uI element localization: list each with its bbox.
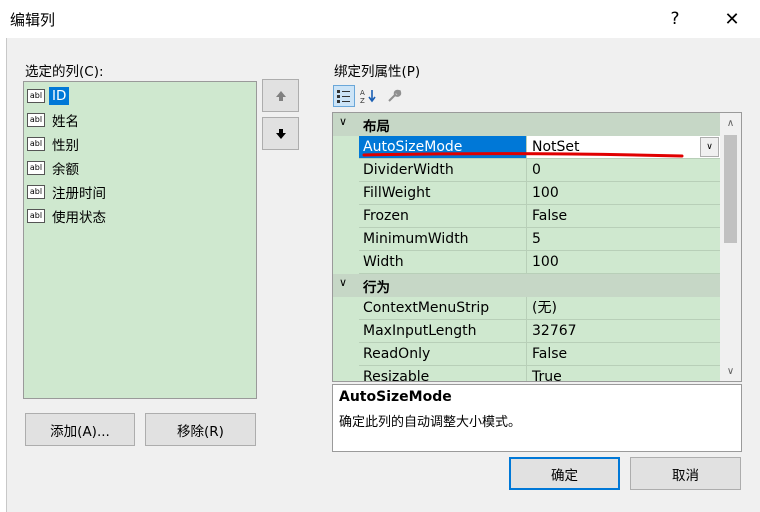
- property-value[interactable]: 100: [527, 251, 720, 274]
- column-name: 性别: [52, 138, 79, 154]
- list-item[interactable]: abl 余额: [27, 156, 253, 180]
- window-title: 编辑列: [10, 11, 56, 29]
- scroll-thumb[interactable]: [724, 135, 737, 243]
- property-row[interactable]: ContextMenuStrip (无): [333, 297, 720, 320]
- column-name: 姓名: [52, 114, 79, 130]
- description-text: 确定此列的自动调整大小模式。: [339, 415, 522, 430]
- property-row[interactable]: MaxInputLength 32767: [333, 320, 720, 343]
- arrow-down-icon: [275, 128, 286, 139]
- property-name: MinimumWidth: [359, 228, 527, 251]
- alphabetical-button[interactable]: A Z: [358, 85, 380, 107]
- property-row[interactable]: MinimumWidth 5: [333, 228, 720, 251]
- svg-text:A: A: [360, 89, 365, 97]
- close-button[interactable]: ✕: [704, 0, 760, 38]
- property-grid-scrollbar[interactable]: ∧ ∨: [720, 113, 741, 381]
- property-row[interactable]: DividerWidth 0: [333, 159, 720, 182]
- textbox-column-icon: abl: [27, 113, 45, 127]
- property-value[interactable]: 0: [527, 159, 720, 182]
- property-value[interactable]: False: [527, 343, 720, 366]
- property-row[interactable]: Width 100: [333, 251, 720, 274]
- remove-button[interactable]: 移除(R): [145, 413, 256, 446]
- chevron-down-icon[interactable]: ∨: [700, 137, 719, 157]
- selected-columns-label: 选定的列(C):: [25, 64, 104, 80]
- property-value[interactable]: 5: [527, 228, 720, 251]
- property-row[interactable]: ReadOnly False: [333, 343, 720, 366]
- column-name: 余额: [52, 162, 79, 178]
- property-name: Resizable: [359, 366, 527, 381]
- scroll-up-icon[interactable]: ∧: [720, 113, 741, 133]
- property-value[interactable]: False: [527, 205, 720, 228]
- red-underline-annotation: [362, 152, 684, 158]
- textbox-column-icon: abl: [27, 89, 45, 103]
- property-name: ContextMenuStrip: [359, 297, 527, 320]
- title-bar: 编辑列 ? ✕: [0, 0, 760, 38]
- categorized-icon: [337, 90, 350, 103]
- property-name: ReadOnly: [359, 343, 527, 366]
- list-item[interactable]: abl 使用状态: [27, 204, 253, 228]
- property-name: FillWeight: [359, 182, 527, 205]
- textbox-column-icon: abl: [27, 137, 45, 151]
- add-button[interactable]: 添加(A)...: [25, 413, 135, 446]
- property-name: Width: [359, 251, 527, 274]
- collapse-icon[interactable]: ∨: [339, 276, 353, 289]
- property-row[interactable]: Resizable True: [333, 366, 720, 381]
- move-up-button[interactable]: [262, 79, 299, 112]
- property-toolbar: A Z: [333, 84, 405, 108]
- property-value[interactable]: (无): [527, 297, 720, 320]
- arrow-up-icon: [275, 90, 286, 101]
- textbox-column-icon: abl: [27, 161, 45, 175]
- property-value[interactable]: True: [527, 366, 720, 381]
- move-down-button[interactable]: [262, 117, 299, 150]
- help-button[interactable]: ?: [652, 0, 698, 38]
- description-title: AutoSizeMode: [339, 389, 452, 405]
- textbox-column-icon: abl: [27, 209, 45, 223]
- textbox-column-icon: abl: [27, 185, 45, 199]
- wrench-icon: [388, 89, 402, 102]
- property-value[interactable]: 32767: [527, 320, 720, 343]
- property-description: AutoSizeMode 确定此列的自动调整大小模式。: [332, 384, 742, 452]
- category-behavior[interactable]: ∨ 行为: [333, 274, 720, 297]
- selected-columns-list[interactable]: abl ID abl 姓名 abl 性别 abl 余额 abl 注册时间 abl…: [23, 81, 257, 399]
- category-name: 行为: [363, 280, 390, 296]
- scroll-down-icon[interactable]: ∨: [720, 361, 741, 381]
- alphabetical-icon: A Z: [360, 89, 376, 104]
- property-row[interactable]: Frozen False: [333, 205, 720, 228]
- list-item[interactable]: abl 注册时间: [27, 180, 253, 204]
- list-item[interactable]: abl 姓名: [27, 108, 253, 132]
- property-name: MaxInputLength: [359, 320, 527, 343]
- svg-text:Z: Z: [360, 97, 365, 104]
- categorized-button[interactable]: [333, 85, 355, 107]
- property-pages-button[interactable]: [383, 85, 405, 107]
- column-name: 使用状态: [52, 210, 106, 226]
- property-value[interactable]: 100: [527, 182, 720, 205]
- property-name: DividerWidth: [359, 159, 527, 182]
- property-name: Frozen: [359, 205, 527, 228]
- category-layout[interactable]: ∨ 布局: [333, 113, 720, 136]
- properties-label: 绑定列属性(P): [334, 64, 421, 80]
- ok-button[interactable]: 确定: [509, 457, 620, 490]
- column-name: 注册时间: [52, 186, 106, 202]
- collapse-icon[interactable]: ∨: [339, 115, 353, 128]
- list-item[interactable]: abl ID: [27, 84, 253, 108]
- category-name: 布局: [363, 119, 390, 135]
- list-item[interactable]: abl 性别: [27, 132, 253, 156]
- property-row[interactable]: FillWeight 100: [333, 182, 720, 205]
- cancel-button[interactable]: 取消: [630, 457, 741, 490]
- column-name: ID: [49, 87, 70, 105]
